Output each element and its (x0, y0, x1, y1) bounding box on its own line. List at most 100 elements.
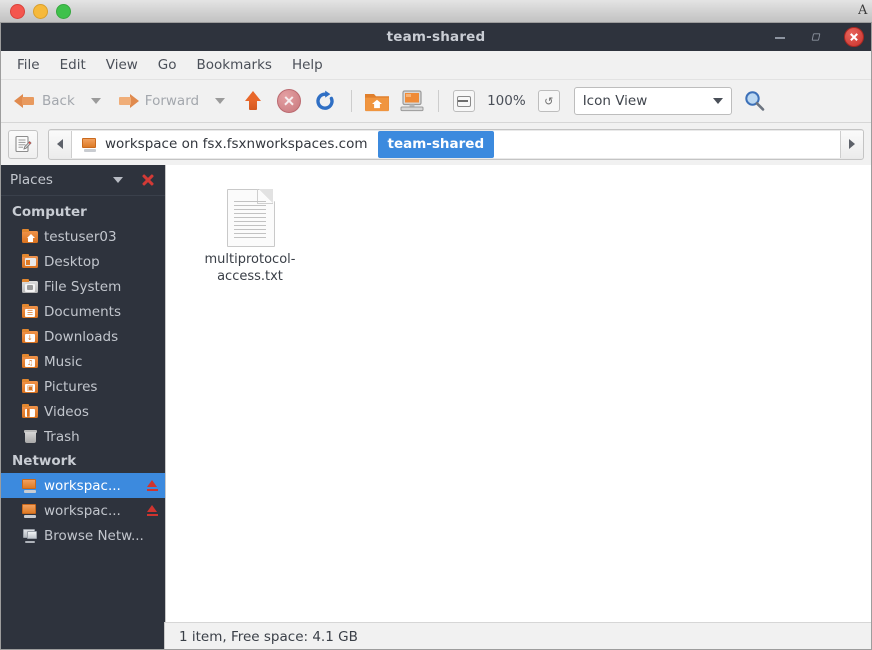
desktop-right-glyph: A (858, 1, 870, 21)
zoom-reset-icon[interactable]: ↺ (538, 90, 560, 112)
forward-button[interactable]: Forward (111, 88, 205, 114)
desktop-maximize-dot[interactable] (56, 4, 71, 19)
desktop-top-bar: A (0, 0, 872, 23)
close-icon[interactable] (141, 173, 155, 187)
home-folder-icon (22, 229, 38, 244)
file-item[interactable]: multiprotocol-access.txt (186, 183, 314, 291)
chevron-down-icon[interactable] (113, 177, 123, 183)
window-titlebar[interactable]: team-shared (0, 22, 872, 51)
network-share-icon (22, 478, 38, 493)
back-label: Back (42, 93, 75, 109)
places-header: Places (0, 165, 165, 196)
places-title: Places (10, 172, 53, 188)
chevron-left-icon[interactable] (49, 131, 72, 158)
sidebar-item-label: Music (44, 354, 82, 370)
sidebar-item-music[interactable]: ♫ Music (0, 349, 165, 374)
menu-go[interactable]: Go (149, 54, 186, 76)
network-folder-icon (82, 137, 98, 152)
sidebar-item-label: Documents (44, 304, 121, 320)
sidebar-item-label: Pictures (44, 379, 97, 395)
breadcrumb-item-share[interactable]: workspace on fsx.fsxnworkspaces.com (72, 131, 378, 158)
breadcrumb-list: workspace on fsx.fsxnworkspaces.com team… (72, 131, 840, 158)
menu-bookmarks[interactable]: Bookmarks (188, 54, 281, 76)
zoom-out-icon[interactable] (453, 90, 475, 112)
view-mode-select[interactable]: Icon View (574, 87, 732, 115)
sidebar-item-network-share-2[interactable]: workspac... (0, 498, 165, 523)
text-document-icon (227, 189, 273, 245)
sidebar-item-videos[interactable]: ▌ Videos (0, 399, 165, 424)
view-mode-label: Icon View (583, 93, 713, 109)
sidebar-item-pictures[interactable]: ▣ Pictures (0, 374, 165, 399)
screen: A team-shared File Edit View Go Bookmark… (0, 0, 872, 650)
menubar: File Edit View Go Bookmarks Help (0, 51, 872, 80)
sidebar-item-label: Browse Netw... (44, 528, 144, 544)
sidebar-item-testuser03[interactable]: testuser03 (0, 224, 165, 249)
search-icon[interactable] (742, 89, 766, 113)
sidebar-item-documents[interactable]: ☰ Documents (0, 299, 165, 324)
sidebar-item-label: Trash (44, 429, 80, 445)
menu-file[interactable]: File (8, 54, 49, 76)
breadcrumb: workspace on fsx.fsxnworkspaces.com team… (48, 129, 864, 160)
chevron-down-icon (713, 98, 723, 104)
statusbar-sidebar-filler (0, 622, 165, 650)
breadcrumb-item-share-label: workspace on fsx.fsxnworkspaces.com (105, 136, 368, 152)
places-list: Computer testuser03 Desktop File System (0, 196, 165, 622)
back-history-dropdown-icon[interactable] (91, 98, 101, 104)
window-controls (772, 27, 864, 47)
sidebar-item-label: workspac... (44, 503, 121, 519)
toolbar-separator (351, 90, 352, 112)
pathbar: workspace on fsx.fsxnworkspaces.com team… (0, 123, 872, 165)
sidebar-item-downloads[interactable]: ↓ Downloads (0, 324, 165, 349)
sidebar-item-label: Videos (44, 404, 89, 420)
window-body: Places Computer testuser03 Desktop (0, 165, 872, 622)
home-folder-icon[interactable] (364, 89, 390, 113)
sidebar-item-desktop[interactable]: Desktop (0, 249, 165, 274)
toolbar: Back Forward (0, 80, 872, 123)
toolbar-separator-2 (438, 90, 439, 112)
maximize-icon[interactable] (808, 29, 824, 45)
statusbar-row: 1 item, Free space: 4.1 GB (0, 622, 872, 650)
sidebar-item-browse-network[interactable]: Browse Netw... (0, 523, 165, 548)
menu-view[interactable]: View (97, 54, 147, 76)
sidebar-item-file-system[interactable]: File System (0, 274, 165, 299)
sidebar-item-label: testuser03 (44, 229, 117, 245)
close-icon[interactable] (844, 27, 864, 47)
forward-history-dropdown-icon[interactable] (215, 98, 225, 104)
music-folder-icon: ♫ (22, 354, 38, 369)
pictures-folder-icon: ▣ (22, 379, 38, 394)
eject-icon[interactable] (146, 480, 159, 491)
breadcrumb-item-current[interactable]: team-shared (378, 131, 495, 158)
arrow-left-icon (14, 92, 36, 110)
chevron-right-icon[interactable] (840, 131, 863, 158)
browse-network-icon (22, 528, 38, 543)
desktop-minimize-dot[interactable] (33, 4, 48, 19)
network-share-icon (22, 503, 38, 518)
downloads-folder-icon: ↓ (22, 329, 38, 344)
file-manager-window: team-shared File Edit View Go Bookmarks … (0, 22, 872, 650)
filesystem-icon (22, 279, 38, 294)
sidebar-item-label: Downloads (44, 329, 118, 345)
desktop-folder-icon (22, 254, 38, 269)
minimize-icon[interactable] (772, 29, 788, 45)
menu-help[interactable]: Help (283, 54, 332, 76)
edit-path-icon[interactable] (8, 130, 38, 159)
back-button[interactable]: Back (8, 88, 81, 114)
eject-icon[interactable] (146, 505, 159, 516)
window-title: team-shared (0, 29, 872, 45)
computer-icon[interactable] (398, 89, 426, 113)
places-group-computer: Computer (0, 200, 165, 224)
stop-icon[interactable] (277, 89, 301, 113)
sidebar-item-trash[interactable]: Trash (0, 424, 165, 449)
places-group-network: Network (0, 449, 165, 473)
file-name-label: multiprotocol-access.txt (194, 251, 306, 285)
documents-folder-icon: ☰ (22, 304, 38, 319)
sidebar-item-network-share-1[interactable]: workspac... (0, 473, 165, 498)
videos-folder-icon: ▌ (22, 404, 38, 419)
sidebar-item-label: workspac... (44, 478, 121, 494)
reload-icon[interactable] (313, 89, 337, 113)
file-list-area[interactable]: multiprotocol-access.txt (166, 165, 872, 622)
menu-edit[interactable]: Edit (51, 54, 95, 76)
arrow-up-icon[interactable] (241, 89, 265, 113)
arrow-right-icon (117, 92, 139, 110)
desktop-close-dot[interactable] (10, 4, 25, 19)
